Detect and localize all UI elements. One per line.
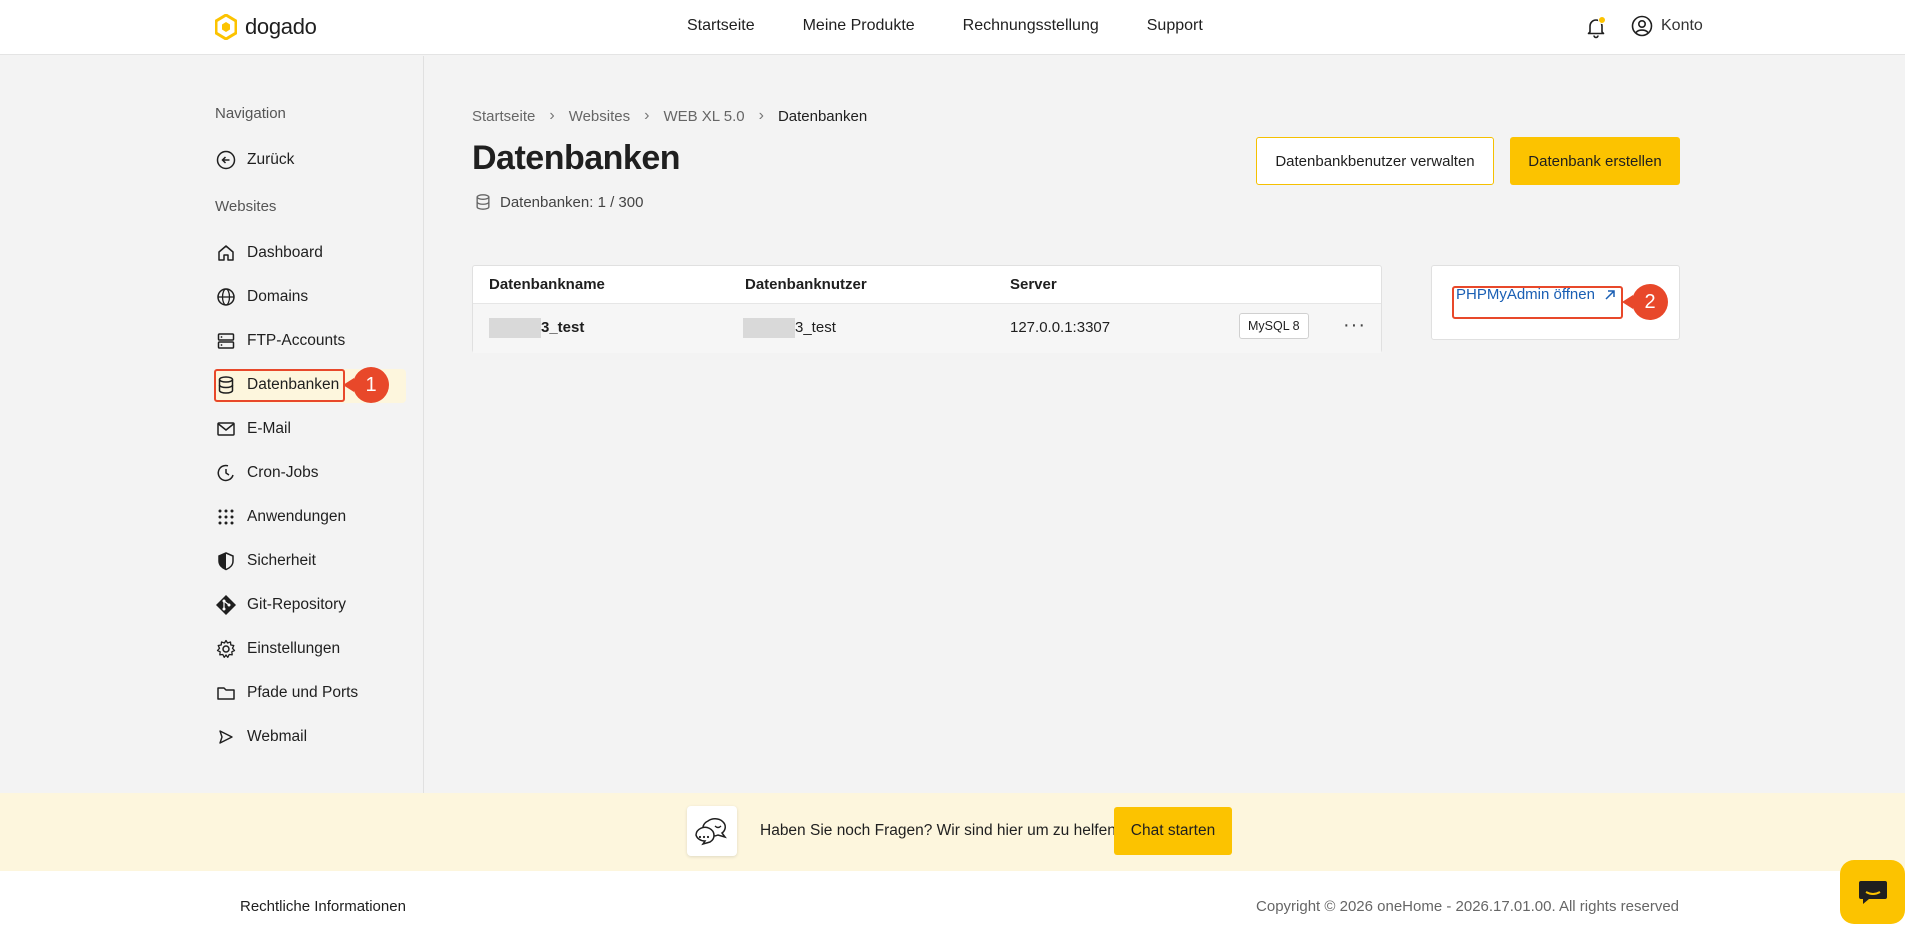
database-count-text: Datenbanken: 1 / 300 — [500, 193, 644, 211]
sidebar — [0, 56, 424, 793]
sidebar-item-domains[interactable]: Domains — [215, 283, 308, 311]
step-badge-1: 1 — [343, 367, 389, 403]
account-menu[interactable]: Konto — [1631, 15, 1703, 37]
grid-icon — [215, 506, 237, 528]
sidebar-item-email[interactable]: E-Mail — [215, 415, 291, 443]
home-icon — [215, 242, 237, 264]
top-navigation-bar: dogado Startseite Meine Produkte Rechnun… — [0, 0, 1905, 55]
page-title: Datenbanken — [472, 139, 681, 177]
user-circle-icon — [1631, 15, 1653, 37]
breadcrumb-web-xl[interactable]: WEB XL 5.0 — [663, 108, 744, 125]
database-count: Datenbanken: 1 / 300 — [474, 193, 643, 211]
sidebar-item-label: Domains — [247, 288, 309, 305]
nav-meine-produkte[interactable]: Meine Produkte — [803, 17, 915, 35]
chat-widget-button[interactable] — [1840, 860, 1905, 924]
chat-bubbles-icon — [687, 806, 737, 856]
clock-icon — [215, 462, 237, 484]
sidebar-item-label: Webmail — [247, 728, 308, 745]
notification-bell-icon[interactable] — [1584, 15, 1608, 39]
sidebar-item-webmail[interactable]: Webmail — [215, 723, 307, 751]
sidebar-item-git-repository[interactable]: Git-Repository — [215, 591, 346, 619]
sidebar-item-label: Cron-Jobs — [247, 464, 319, 481]
column-header-name: Datenbankname — [489, 276, 605, 293]
sidebar-item-label: FTP-Accounts — [247, 332, 346, 349]
sidebar-item-einstellungen[interactable]: Einstellungen — [215, 635, 340, 663]
nav-startseite[interactable]: Startseite — [687, 17, 755, 35]
sidebar-item-label: Einstellungen — [247, 640, 341, 657]
column-header-server: Server — [1010, 276, 1057, 293]
step-badge-2: 2 — [1622, 284, 1668, 320]
sidebar-item-sicherheit[interactable]: Sicherheit — [215, 547, 316, 575]
engine-badge: MySQL 8 — [1239, 313, 1309, 339]
mail-icon — [215, 418, 237, 440]
redacted-block — [489, 318, 541, 338]
nav-support[interactable]: Support — [1147, 17, 1203, 35]
sidebar-item-cron-jobs[interactable]: Cron-Jobs — [215, 459, 319, 487]
sidebar-back-link[interactable]: Zurück — [215, 146, 294, 174]
breadcrumb-startseite[interactable]: Startseite — [472, 108, 535, 125]
main-menu: Startseite Meine Produkte Rechnungsstell… — [687, 17, 1203, 35]
chevron-right-icon: › — [758, 107, 764, 124]
account-label: Konto — [1661, 17, 1703, 34]
brand-name: dogado — [245, 14, 317, 39]
sidebar-heading-navigation: Navigation — [215, 105, 286, 122]
sidebar-item-label: Sicherheit — [247, 552, 316, 569]
sidebar-back-label: Zurück — [247, 151, 295, 168]
manage-db-users-button[interactable]: Datenbankbenutzer verwalten — [1256, 137, 1494, 185]
highlight-box-datenbanken — [214, 369, 345, 402]
sidebar-item-pfade-und-ports[interactable]: Pfade und Ports — [215, 679, 358, 707]
cell-database-name: 3_test — [489, 318, 584, 338]
table-header: Datenbankname Datenbanknutzer Server — [473, 266, 1381, 304]
sidebar-item-anwendungen[interactable]: Anwendungen — [215, 503, 346, 531]
chevron-right-icon: › — [644, 107, 650, 124]
breadcrumb-current: Datenbanken — [777, 107, 868, 125]
sidebar-heading-websites: Websites — [215, 198, 277, 215]
breadcrumb: Startseite › Websites › WEB XL 5.0 › Dat… — [472, 107, 867, 125]
server-icon — [215, 330, 237, 352]
sidebar-item-label: E-Mail — [247, 420, 291, 437]
breadcrumb-websites[interactable]: Websites — [569, 108, 630, 125]
shield-icon — [215, 550, 237, 572]
folder-icon — [215, 682, 237, 704]
dogado-logo[interactable]: dogado — [215, 14, 317, 40]
column-header-user: Datenbanknutzer — [745, 276, 867, 293]
chat-icon — [1858, 881, 1887, 904]
chevron-right-icon: › — [549, 107, 555, 124]
nav-rechnungsstellung[interactable]: Rechnungsstellung — [963, 17, 1099, 35]
create-database-button[interactable]: Datenbank erstellen — [1510, 137, 1680, 185]
git-icon — [215, 594, 237, 616]
sidebar-item-label: Dashboard — [247, 244, 323, 261]
sidebar-item-dashboard[interactable]: Dashboard — [215, 239, 323, 267]
table-row[interactable]: 3_test 3_test 127.0.0.1:3307 MySQL 8 ··· — [473, 304, 1381, 353]
database-table: Datenbankname Datenbanknutzer Server 3_t… — [472, 265, 1382, 353]
globe-icon — [215, 286, 237, 308]
footer: Rechtliche Informationen Copyright © 202… — [0, 871, 1905, 940]
help-text: Haben Sie noch Fragen? Wir sind hier um … — [760, 822, 1121, 839]
highlight-box-phpmyadmin — [1452, 286, 1623, 319]
dogado-logo-icon — [215, 14, 237, 40]
database-icon — [476, 194, 490, 210]
redacted-block — [743, 318, 795, 338]
cell-database-user: 3_test — [743, 318, 836, 338]
start-chat-button[interactable]: Chat starten — [1114, 807, 1232, 855]
gear-icon — [215, 638, 237, 660]
sidebar-item-ftp-accounts[interactable]: FTP-Accounts — [215, 327, 345, 355]
cell-server: 127.0.0.1:3307 — [1010, 319, 1111, 336]
sidebar-item-label: Git-Repository — [247, 596, 347, 613]
send-icon — [215, 726, 237, 748]
sidebar-item-label: Anwendungen — [247, 508, 347, 525]
more-options-icon[interactable]: ··· — [1343, 314, 1366, 337]
sidebar-item-label: Pfade und Ports — [247, 684, 359, 701]
help-banner: Haben Sie noch Fragen? Wir sind hier um … — [0, 793, 1905, 871]
arrow-left-circle-icon — [215, 149, 237, 171]
legal-info-link[interactable]: Rechtliche Informationen — [240, 898, 406, 915]
copyright-text: Copyright © 2026 oneHome - 2026.17.01.00… — [1256, 898, 1679, 915]
